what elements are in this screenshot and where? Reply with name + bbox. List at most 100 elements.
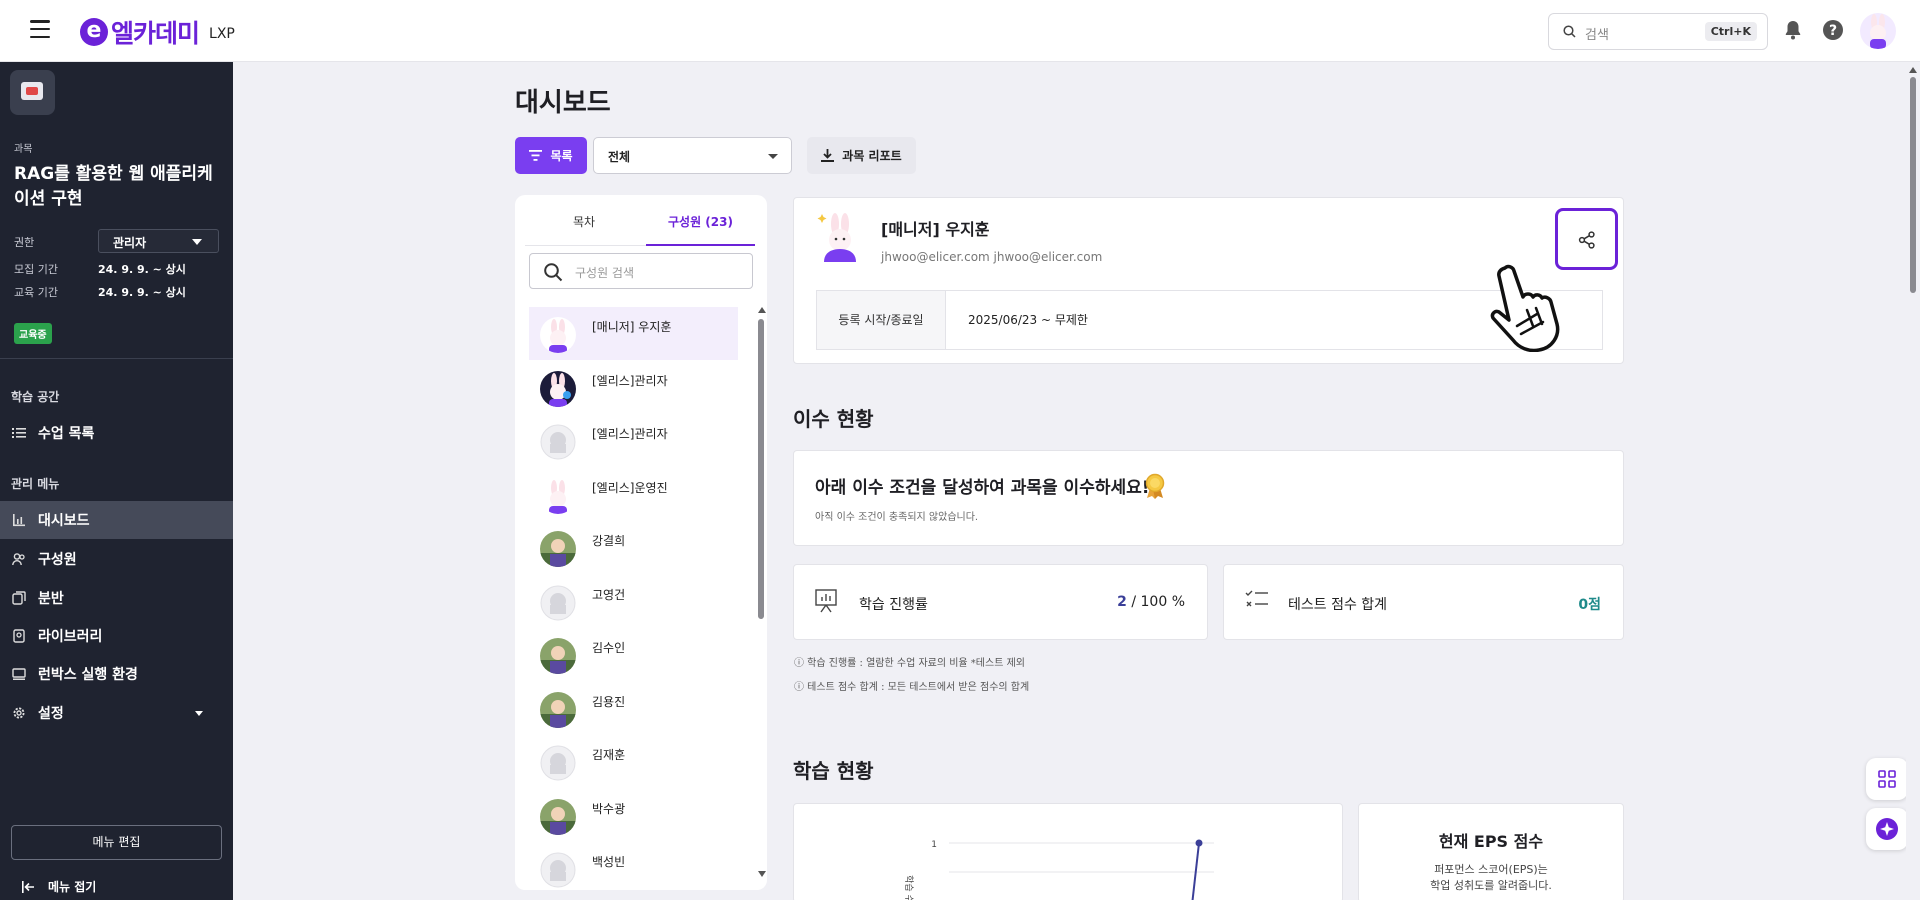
help-icon[interactable]: ? xyxy=(1821,18,1845,42)
avatar xyxy=(540,852,576,888)
search-icon xyxy=(1563,25,1576,38)
member-list-item[interactable]: 김용진 xyxy=(529,682,738,735)
sidebar-item-label: 수업 목록 xyxy=(38,426,95,442)
sidebar-item-label: 런박스 실행 환경 xyxy=(38,667,138,683)
sidebar-item-runbox[interactable]: 런박스 실행 환경 xyxy=(0,655,233,693)
list-icon xyxy=(12,428,26,438)
test-score-note: ⓘ 테스트 점수 합계 : 모든 테스트에서 받은 점수의 합계 xyxy=(794,682,1030,693)
monitor-icon xyxy=(12,668,26,680)
filter-select-value: 전체 xyxy=(608,150,631,164)
hand-pointer-icon xyxy=(1490,264,1560,352)
avatar xyxy=(540,477,576,514)
completion-subtext: 아직 이수 조건이 충족되지 않았습니다. xyxy=(815,512,979,523)
enrollment-period-value: 2025/06/23 ~ 무제한 xyxy=(968,313,1088,327)
sidebar-item-dashboard[interactable]: 대시보드 xyxy=(0,501,233,539)
y-axis-label: 학습 수 xyxy=(903,875,914,900)
logo-sub: LXP xyxy=(209,26,235,42)
member-list-item[interactable]: 김재훈 xyxy=(529,735,738,788)
list-button[interactable]: 목록 xyxy=(515,137,587,174)
apps-button[interactable] xyxy=(1866,758,1908,800)
member-list-item[interactable]: [매니저] 우지훈 xyxy=(529,307,738,360)
scroll-thumb[interactable] xyxy=(1910,77,1916,293)
member-list-item[interactable]: 강결희 xyxy=(529,521,738,574)
learning-section-title: 학습 현황 xyxy=(793,759,874,783)
sidebar: 과목 RAG를 활용한 웹 애플리케이션 구현 권한 관리자 모집 기간 24.… xyxy=(0,62,233,900)
role-label: 권한 xyxy=(14,236,35,249)
logo[interactable]: e 엘카데미 LXP xyxy=(80,14,235,50)
eps-desc-line2: 학업 성취도를 알려줍니다. xyxy=(1430,879,1552,892)
avatar xyxy=(540,798,576,835)
learning-chart: 학습 수 1 xyxy=(903,839,1214,900)
avatar xyxy=(540,424,576,460)
member-list-item[interactable]: 박수광 xyxy=(529,789,738,842)
page-scrollbar[interactable] xyxy=(1906,62,1920,900)
hamburger-menu-icon[interactable] xyxy=(30,20,50,38)
member-list-item[interactable]: 김수인 xyxy=(529,628,738,681)
edu-label: 교육 기간 xyxy=(14,286,58,299)
member-name: [엘리스]관리자 xyxy=(592,427,668,441)
member-name: [엘리스]관리자 xyxy=(592,373,668,388)
profile-email: jhwoo@elicer.com jhwoo@elicer.com xyxy=(881,250,1103,264)
menu-edit-button[interactable]: 메뉴 편집 xyxy=(11,825,222,860)
tab-toc[interactable]: 목차 xyxy=(573,213,595,230)
filter-select[interactable]: 전체 xyxy=(593,137,792,174)
completion-headline: 아래 이수 조건을 달성하여 과목을 이수하세요! xyxy=(815,478,1150,498)
scroll-thumb[interactable] xyxy=(758,319,764,619)
learning-chart-card: 학습 수 1 xyxy=(793,803,1343,900)
sidebar-item-lessons[interactable]: 수업 목록 xyxy=(0,414,233,452)
global-search-input[interactable]: 검색 Ctrl+K xyxy=(1548,13,1768,50)
section-learning-label: 학습 공간 xyxy=(11,390,60,404)
progress-suffix: / 100 % xyxy=(1126,594,1185,610)
member-list-scrollbar[interactable] xyxy=(757,307,766,877)
tab-members[interactable]: 구성원 (23) xyxy=(668,213,733,230)
course-report-button[interactable]: 과목 리포트 xyxy=(807,137,916,174)
member-list-item[interactable]: [엘리스]관리자 xyxy=(529,361,738,414)
user-avatar[interactable] xyxy=(1860,13,1896,49)
member-search-placeholder: 구성원 검색 xyxy=(575,266,635,280)
progress-value: 2 xyxy=(1117,594,1127,610)
checklist-icon xyxy=(1245,590,1268,607)
eps-card: 현재 EPS 점수 퍼포먼스 스코어(EPS)는 학업 성취도를 알려줍니다. xyxy=(1358,803,1624,900)
tab-active-indicator xyxy=(646,244,755,246)
member-list-item[interactable]: [엘리스]운영진 xyxy=(529,468,738,521)
role-select[interactable]: 관리자 xyxy=(98,229,219,253)
scroll-down-arrow[interactable] xyxy=(758,871,766,877)
scroll-up-arrow[interactable] xyxy=(758,307,766,313)
data-point xyxy=(1195,839,1203,847)
role-value: 관리자 xyxy=(113,236,147,250)
grid-icon xyxy=(1878,770,1896,788)
sidebar-item-settings[interactable]: 설정 xyxy=(0,694,233,732)
menu-fold-button[interactable]: 메뉴 접기 xyxy=(22,878,96,895)
sidebar-divider xyxy=(0,358,233,359)
eps-desc-line1: 퍼포먼스 스코어(EPS)는 xyxy=(1434,863,1548,876)
scroll-up-arrow[interactable] xyxy=(1909,67,1917,73)
member-list-item[interactable]: [엘리스]관리자 xyxy=(529,414,738,467)
member-search-input[interactable]: 구성원 검색 xyxy=(529,253,753,289)
gear-icon xyxy=(13,707,25,719)
share-button[interactable] xyxy=(1555,208,1618,270)
sidebar-item-members[interactable]: 구성원 xyxy=(0,540,233,578)
test-score-label: 테스트 점수 합계 xyxy=(1288,597,1388,613)
recruit-value: 24. 9. 9. ~ 상시 xyxy=(98,263,186,276)
logo-text: 엘카데미 xyxy=(111,19,200,48)
member-name: 박수광 xyxy=(592,801,626,816)
avatar xyxy=(540,585,576,621)
completion-section-title: 이수 현황 xyxy=(793,407,874,431)
sidebar-item-label: 분반 xyxy=(38,591,64,607)
sidebar-item-library[interactable]: 라이브러리 xyxy=(0,617,233,655)
member-list-item[interactable]: 백성빈 xyxy=(529,842,738,890)
progress-note: ⓘ 학습 진행률 : 열람한 수업 자료의 비율 *테스트 제외 xyxy=(794,658,1025,669)
profile-name: [매니저] 우지훈 xyxy=(881,220,990,239)
progress-card: 학습 진행률 2 / 100 % xyxy=(793,564,1208,640)
bar-chart-icon xyxy=(13,514,25,527)
sidebar-item-label: 라이브러리 xyxy=(38,629,103,645)
search-placeholder: 검색 xyxy=(1585,28,1609,43)
sidebar-item-classes[interactable]: 분반 xyxy=(0,579,233,617)
avatar xyxy=(540,531,576,567)
ai-helper-button[interactable] xyxy=(1866,808,1908,850)
bell-icon[interactable] xyxy=(1781,18,1805,42)
member-list-item[interactable]: 고영건 xyxy=(529,575,738,628)
avatar xyxy=(540,745,576,781)
member-name: 강결희 xyxy=(592,534,626,548)
download-icon xyxy=(821,149,835,162)
